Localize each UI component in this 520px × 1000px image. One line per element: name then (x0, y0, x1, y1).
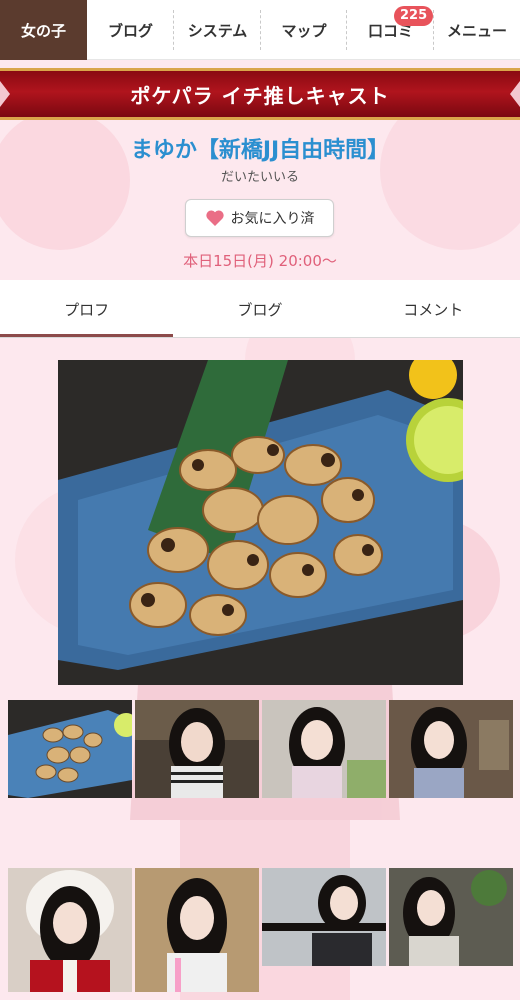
tab-profile[interactable]: プロフ (0, 280, 174, 338)
top-nav: 女の子 ブログ システム マップ 口コミ 225 メニュー (0, 0, 520, 60)
nav-item-label: ブログ (107, 21, 153, 40)
tab-comment[interactable]: コメント (347, 280, 520, 338)
favorite-button[interactable]: お気に入り済 (185, 199, 334, 237)
tab-label: ブログ (237, 300, 283, 319)
tab-label: プロフ (64, 300, 110, 319)
thumbnail-6[interactable] (135, 868, 259, 992)
cast-subtitle: だいたいいる (220, 170, 299, 185)
tab-label: コメント (403, 300, 464, 319)
thumbnail-7[interactable] (262, 868, 386, 966)
thumbnail-5[interactable] (8, 868, 132, 992)
nav-item-menu[interactable]: メニュー (434, 0, 520, 60)
nav-item-map[interactable]: マップ (261, 0, 347, 60)
profile-tabs: プロフ ブログ コメント (0, 280, 520, 338)
nav-item-label: マップ (281, 21, 327, 40)
nav-item-blog[interactable]: ブログ (87, 0, 174, 60)
portrait-photo-thumbnail (262, 868, 386, 966)
schedule-text: 本日15日(月) 20:00〜 (183, 252, 337, 270)
santa-costume-photo-thumbnail (8, 868, 132, 992)
main-photo[interactable] (58, 360, 463, 685)
featured-cast-banner: ポケパラ イチ推しキャスト (0, 68, 520, 120)
portrait-photo-thumbnail (389, 868, 513, 966)
nav-item-system[interactable]: システム (174, 0, 261, 60)
nav-item-reviews[interactable]: 口コミ 225 (347, 0, 434, 60)
portrait-photo-thumbnail (389, 700, 513, 798)
food-photo-image (58, 360, 463, 685)
review-count-badge: 225 (394, 6, 434, 26)
nav-item-label: システム (187, 21, 248, 40)
thumbnail-2[interactable] (135, 700, 259, 798)
thumbnail-1[interactable] (8, 700, 132, 798)
nav-item-girls[interactable]: 女の子 (0, 0, 87, 60)
banner-ribbon-left (0, 81, 10, 107)
portrait-photo-thumbnail (262, 700, 386, 798)
thumbnail-8[interactable] (389, 868, 513, 966)
nav-item-label: 女の子 (20, 21, 66, 40)
cast-name: まゆか【新橋JJ自由時間】 (130, 138, 390, 163)
nav-item-label: メニュー (446, 21, 507, 40)
tabs-divider (0, 337, 520, 338)
thumbnail-3[interactable] (262, 700, 386, 798)
tab-blog[interactable]: ブログ (173, 280, 346, 338)
favorite-button-label: お気に入り済 (230, 211, 315, 227)
heart-icon (205, 210, 224, 226)
food-photo-thumbnail (8, 700, 132, 798)
portrait-photo-thumbnail (135, 868, 259, 992)
banner-title: ポケパラ イチ推しキャスト (130, 83, 390, 108)
thumbnail-4[interactable] (389, 700, 513, 798)
portrait-photo-thumbnail (135, 700, 259, 798)
banner-ribbon-right (510, 81, 520, 107)
